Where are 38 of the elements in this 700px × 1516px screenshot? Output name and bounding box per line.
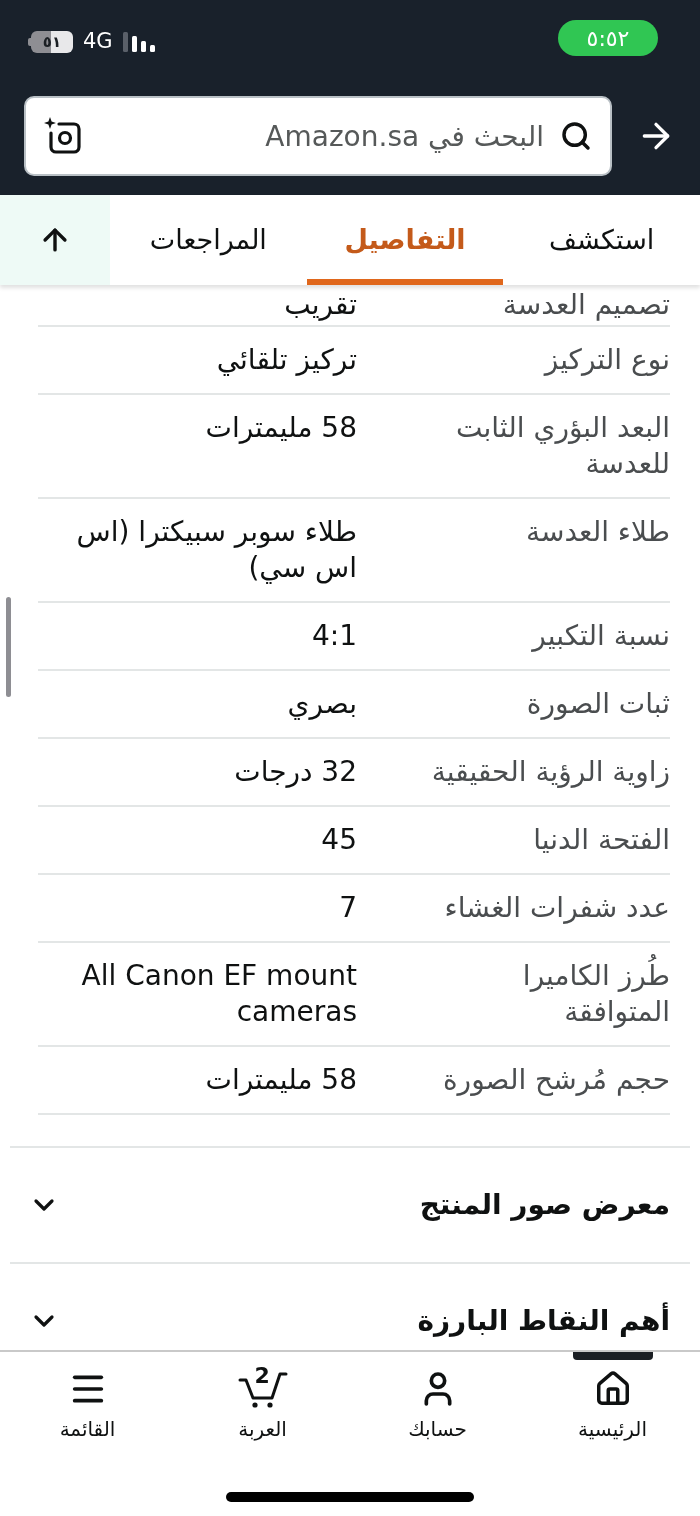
battery-indicator: ٥١ [28,30,73,53]
tab[interactable]: التفاصيل [306,195,504,285]
section-heading[interactable]: معرض صور المنتج [419,1184,670,1226]
nav-item[interactable]: الرئيسية [525,1352,700,1472]
spec-label: حجم مُرشح الصورة [441,1062,670,1098]
spec-label: نسبة التكبير [530,618,670,654]
spec-value: تركيز تلقائي [215,342,357,378]
spec-value: 4:1 [310,618,357,654]
spec-value: 58 مليمترات [204,410,357,446]
cart-count: 2 [254,1364,270,1388]
nav-item[interactable]: حسابك [350,1352,525,1472]
tab[interactable]: المراجعات [110,195,307,285]
spec-value: 7 [338,890,357,926]
spec-value: 32 درجات [233,754,357,790]
spec-label: البعد البؤري الثابت للعدسة [455,410,670,482]
spec-label: طلاء العدسة [524,514,670,550]
tab[interactable]: استكشف [503,195,700,285]
search-icon [560,120,592,152]
search-bar[interactable]: البحث في Amazon.sa [24,96,612,176]
spec-value: طلاء سوبر سبيكترا (اس اس سي) [75,514,357,586]
spec-value: بصري [286,686,357,722]
spec-label: ثبات الصورة [525,686,670,722]
camera-search-icon[interactable] [44,117,82,155]
spec-label: نوع التركيز [542,342,670,378]
spec-label: الفتحة الدنيا [532,822,670,858]
section-heading[interactable]: أهم النقاط البارزة [417,1300,670,1342]
spec-label: عدد شفرات الغشاء [443,890,670,926]
status-time: ٥:٥٢ [558,20,658,56]
network-type: 4G [83,28,113,55]
spec-label: زاوية الرؤية الحقيقية [430,754,670,790]
search-field[interactable]: البحث في Amazon.sa [98,114,544,158]
spec-value: تقريب [283,287,357,323]
spec-value: All Canon EF mount cameras [80,958,357,1030]
spec-value: 58 مليمترات [204,1062,357,1098]
spec-value: 45 [320,822,357,858]
signal-bars-icon [122,31,155,52]
spec-label: تصميم العدسة [501,287,670,323]
nav-item[interactable]: القائمة [0,1352,175,1472]
